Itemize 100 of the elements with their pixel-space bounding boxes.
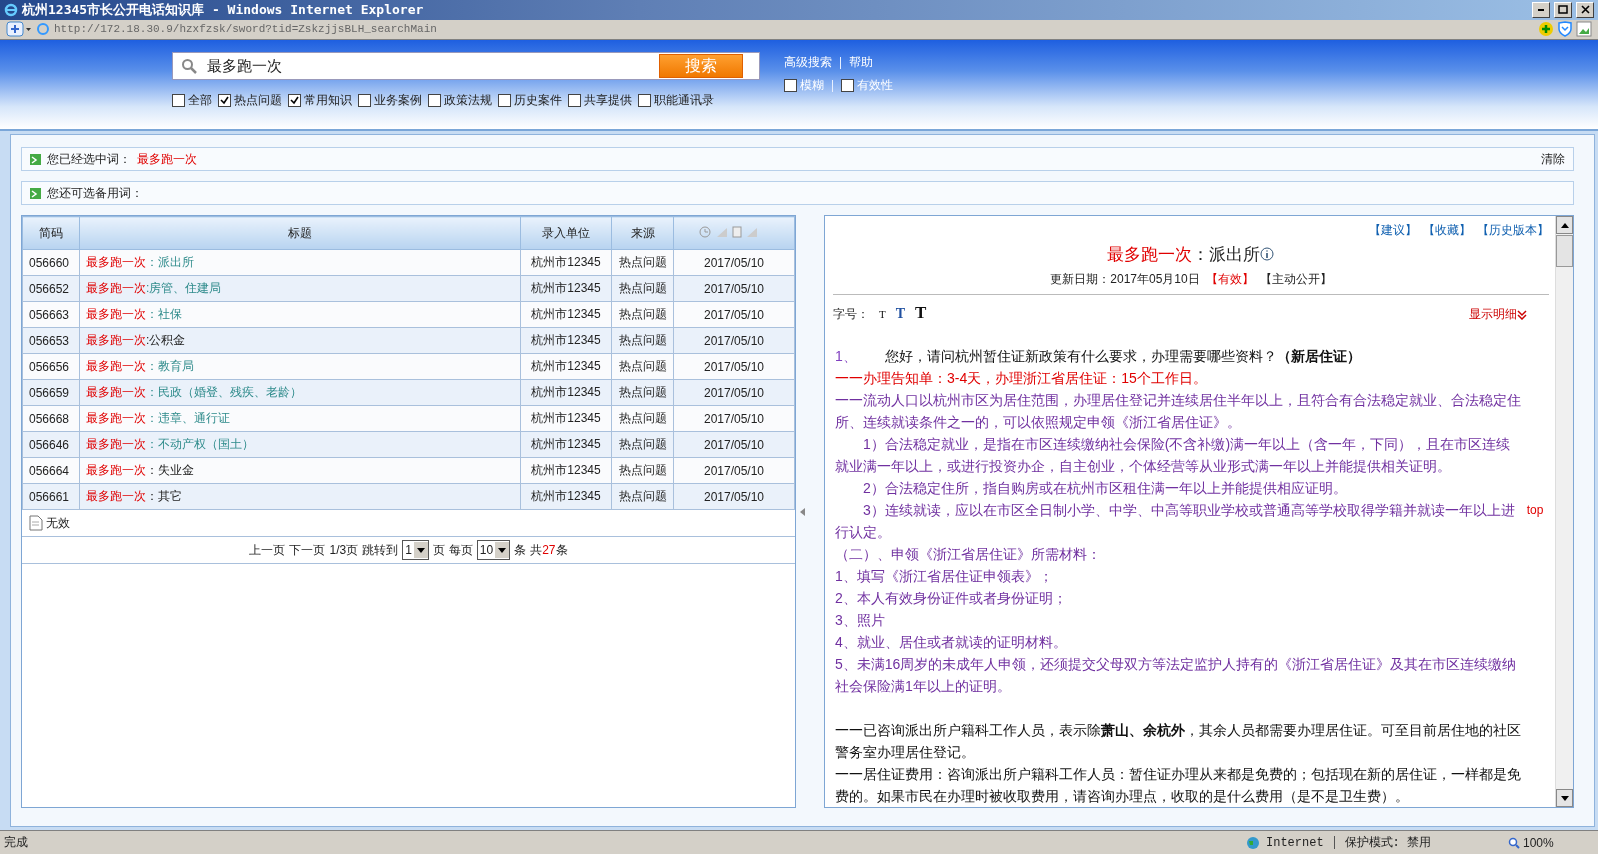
title-link[interactable]: 最多跑一次：派出所 bbox=[79, 250, 521, 276]
checkbox[interactable] bbox=[784, 79, 797, 93]
article-paragraph: 1）合法稳定就业，是指在市区连续缴纳社会保险(不含补缴)满一年以上（含一年，下同），且在市区连续就业满一年以上，或进行投资办企，自主创业，个体经营等从业形式满一年以上并能提供相关证明。 bbox=[835, 435, 1512, 477]
font-size-label: 字号： bbox=[833, 306, 869, 324]
checkbox[interactable] bbox=[568, 94, 581, 108]
article-paragraph: 2、本人有效身份证件或者身份证明； bbox=[835, 589, 1068, 609]
page-select[interactable]: 1 bbox=[402, 540, 429, 561]
scrollbar[interactable] bbox=[1555, 216, 1573, 808]
article-paragraph: 5、未满16周岁的未成年人申领，还须提交父母双方等法定监护人持有的《浙江省居住证》及其在市区连续缴纳社会保险满1年以上的证明。 bbox=[835, 655, 1518, 697]
medium-font-button[interactable]: T bbox=[895, 306, 906, 323]
checkbox[interactable] bbox=[172, 94, 185, 108]
zoom-button[interactable]: 100% bbox=[1508, 835, 1598, 850]
alternate-terms-label: 您还可选备用词： bbox=[47, 185, 143, 202]
title-link[interactable]: 最多跑一次：社保 bbox=[79, 302, 521, 328]
table-cell: 056646 bbox=[22, 432, 80, 458]
table-cell: 杭州市12345 bbox=[520, 302, 612, 328]
article-paragraph: （二）、申领《浙江省居住证》所需材料： bbox=[835, 545, 1102, 565]
collapse-arrow-icon[interactable] bbox=[800, 508, 806, 516]
maximize-icon bbox=[1558, 5, 1568, 15]
tag-icon bbox=[30, 188, 41, 199]
table-cell: 杭州市12345 bbox=[520, 484, 612, 510]
checkbox-label: 全部 bbox=[188, 92, 212, 110]
checkbox-label: 有效性 bbox=[857, 77, 893, 95]
table-cell: 杭州市12345 bbox=[520, 250, 612, 276]
top-link[interactable]: top bbox=[1526, 503, 1544, 520]
page-icon bbox=[36, 22, 50, 37]
article-paragraph: 1、填写《浙江省居住证申领表》； bbox=[835, 567, 1054, 587]
detail-link[interactable]: 【历史版本】 bbox=[1477, 222, 1549, 240]
goto-label: 跳转到 bbox=[362, 542, 399, 559]
table-cell: 2017/05/10 bbox=[673, 432, 795, 458]
per-page-label: 每页 bbox=[448, 542, 473, 559]
table-cell: 杭州市12345 bbox=[520, 406, 612, 432]
title-link[interactable]: 最多跑一次：民政（婚登、残疾、老龄） bbox=[79, 380, 521, 406]
per-page-select[interactable]: 10 bbox=[476, 540, 511, 561]
small-font-button[interactable]: T bbox=[879, 308, 886, 321]
title-link[interactable]: 最多跑一次：教育局 bbox=[79, 354, 521, 380]
title-link[interactable]: 最多跑一次:公积金 bbox=[79, 328, 521, 354]
back-button[interactable] bbox=[6, 21, 32, 38]
total-count: 共27条 bbox=[530, 542, 568, 559]
scroll-down-button[interactable] bbox=[1556, 789, 1573, 808]
column-header: 简码 bbox=[22, 217, 80, 250]
column-header: 录入单位 bbox=[520, 217, 612, 250]
title-link[interactable]: 最多跑一次：其它 bbox=[79, 484, 521, 510]
checkmark-icon bbox=[220, 96, 229, 106]
table-cell: 2017/05/10 bbox=[673, 354, 795, 380]
advanced-search-link[interactable]: 高级搜索 bbox=[784, 54, 832, 72]
detail-link[interactable]: 【建议】 bbox=[1369, 222, 1417, 240]
title-link[interactable]: 最多跑一次：不动产权（国土） bbox=[79, 432, 521, 458]
checkbox[interactable] bbox=[498, 94, 511, 108]
scroll-up-button[interactable] bbox=[1556, 216, 1573, 235]
scroll-thumb[interactable] bbox=[1556, 235, 1573, 268]
checkbox[interactable] bbox=[638, 94, 651, 108]
document-icon bbox=[28, 515, 44, 532]
checkbox-label: 历史案件 bbox=[514, 92, 562, 110]
checkbox-label: 共享提供 bbox=[584, 92, 632, 110]
table-cell: 2017/05/10 bbox=[673, 380, 795, 406]
table-cell: 056663 bbox=[22, 302, 80, 328]
checkbox-label: 常用知识 bbox=[304, 92, 352, 110]
title-link[interactable]: 最多跑一次：违章、通行证 bbox=[79, 406, 521, 432]
article-paragraph: 一一已咨询派出所户籍科工作人员，表示除萧山、余杭外，其余人员都需要办理居住证。可至目前居住地的社区警务室办理居住登记。 bbox=[835, 721, 1521, 763]
close-button[interactable] bbox=[1576, 1, 1594, 18]
table-cell: 2017/05/10 bbox=[673, 406, 795, 432]
detail-link[interactable]: 【收藏】 bbox=[1423, 222, 1471, 240]
prev-page-link[interactable]: 上一页 bbox=[249, 542, 286, 559]
info-icon bbox=[1260, 247, 1275, 263]
table-cell: 2017/05/10 bbox=[673, 458, 795, 484]
table-cell: 056652 bbox=[22, 276, 80, 302]
article-paragraph: 一一居住证费用：咨询派出所户籍科工作人员：暂住证办理从来都是免费的；包括现在新的居住证，一样都是免费的。如果市民在办理时被收取费用，请咨询办理点，收取的是什么费用（是不是卫生费）。 bbox=[835, 765, 1521, 807]
table-cell: 杭州市12345 bbox=[520, 458, 612, 484]
help-link[interactable]: 帮助 bbox=[849, 54, 873, 72]
table-cell: 056659 bbox=[22, 380, 80, 406]
search-icon bbox=[181, 58, 197, 75]
checkbox[interactable] bbox=[428, 94, 441, 108]
checkbox[interactable] bbox=[288, 94, 301, 108]
column-header: 标题 bbox=[79, 217, 521, 250]
next-page-link[interactable]: 下一页 bbox=[289, 542, 326, 559]
checkbox[interactable] bbox=[358, 94, 371, 108]
browser-logo-icon bbox=[4, 2, 18, 17]
show-detail-link[interactable]: 显示明细 bbox=[1469, 306, 1527, 324]
checkbox[interactable] bbox=[218, 94, 231, 108]
window-title: 杭州12345市长公开电话知识库 - Windows Internet Explorer bbox=[22, 0, 425, 19]
checkbox[interactable] bbox=[841, 79, 854, 93]
table-cell: 2017/05/10 bbox=[673, 250, 795, 276]
title-link[interactable]: 最多跑一次:房管、住建局 bbox=[79, 276, 521, 302]
large-font-button[interactable]: T bbox=[915, 303, 927, 324]
scope-tag: 【主动公开】 bbox=[1259, 271, 1332, 289]
search-field[interactable]: 最多跑一次 搜索 bbox=[172, 52, 760, 81]
status-text: 完成 bbox=[4, 834, 29, 852]
page-count: 1/3页 bbox=[329, 542, 359, 559]
article-paragraph: 一一流动人口以杭州市区为居住范围，办理居住登记并连续居住半年以上，且符合有合法稳定就业、合法稳定住所、连续就读条件之一的，可以依照规定申领《浙江省居住证》。 bbox=[835, 391, 1521, 433]
checkbox-label: 热点问题 bbox=[234, 92, 282, 110]
clear-link[interactable]: 清除 bbox=[1541, 151, 1565, 168]
per-page-unit: 条 bbox=[514, 542, 527, 559]
minimize-button[interactable] bbox=[1532, 1, 1550, 18]
table-cell: 2017/05/10 bbox=[673, 484, 795, 510]
update-date: 更新日期：2017年05月10日 bbox=[1050, 271, 1200, 289]
checkbox-label: 业务案例 bbox=[374, 92, 422, 110]
address-field[interactable]: http://172.18.30.9/hzxfzsk/sword?tid=ZskzjjsBLH_searchMain bbox=[54, 23, 1534, 36]
maximize-button[interactable] bbox=[1554, 1, 1572, 18]
title-link[interactable]: 最多跑一次：失业金 bbox=[79, 458, 521, 484]
